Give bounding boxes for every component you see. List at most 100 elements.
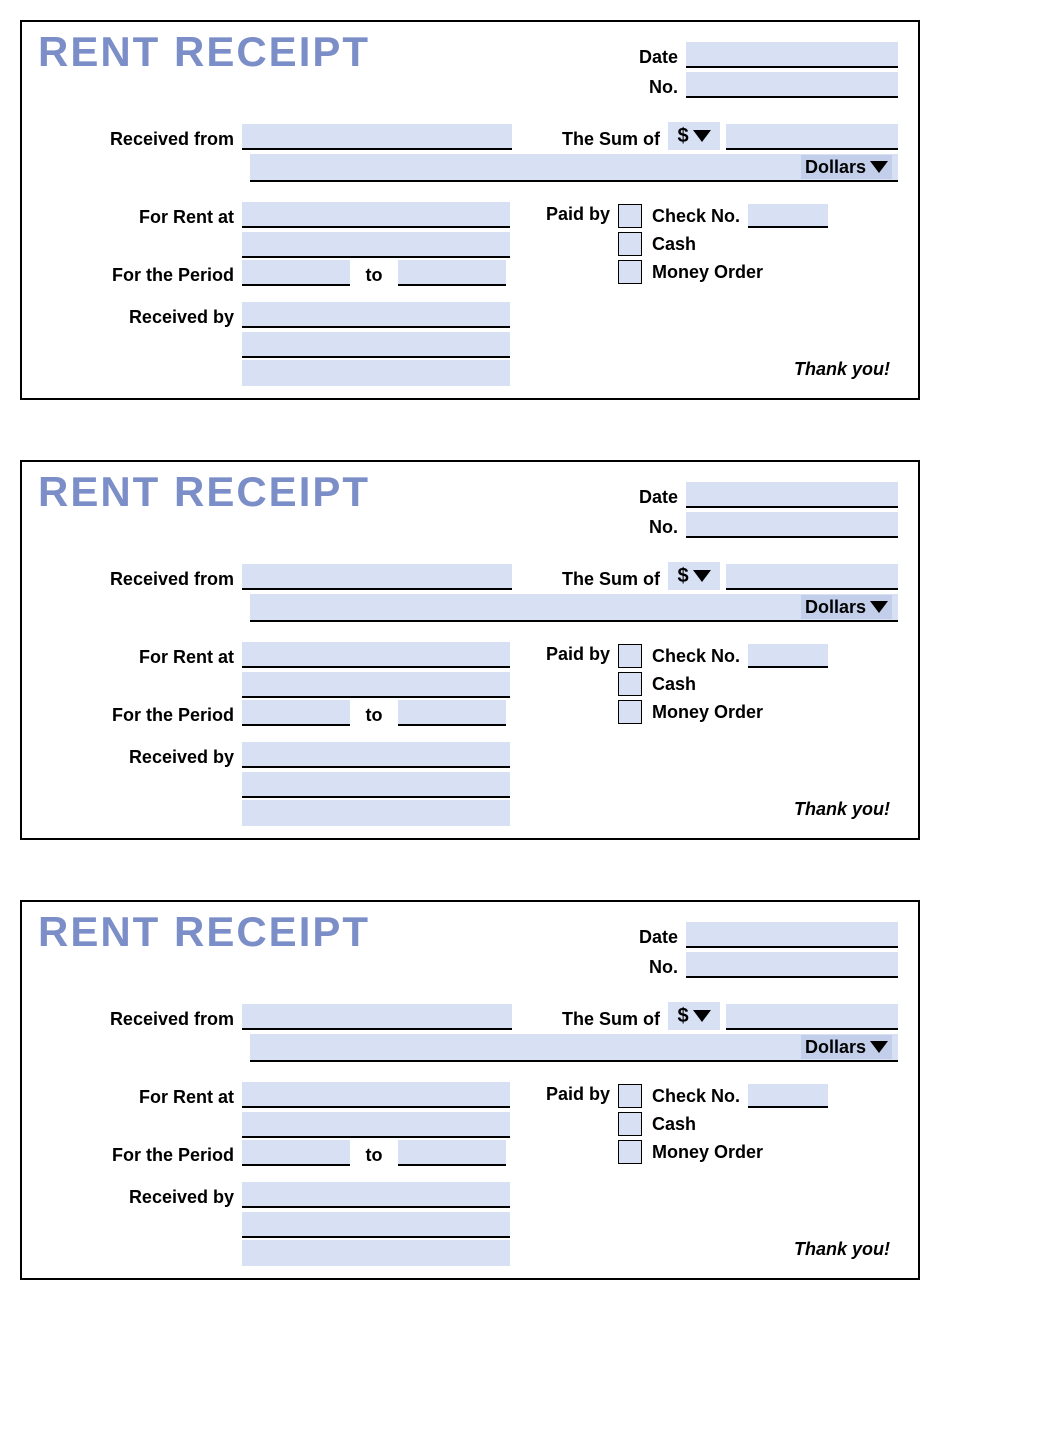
to-label: to [350, 1145, 398, 1166]
chevron-down-icon [693, 130, 711, 142]
received-by-field-3[interactable] [242, 800, 510, 826]
received-section: Received from The Sum of $ Dollars [38, 1002, 898, 1062]
date-label: Date [598, 927, 686, 948]
check-no-label: Check No. [652, 1086, 740, 1107]
currency-dropdown[interactable]: $ [668, 562, 720, 590]
received-by-label: Received by [38, 1187, 242, 1208]
no-label: No. [598, 77, 686, 98]
for-rent-label: For Rent at [38, 207, 242, 228]
no-field[interactable] [686, 512, 898, 538]
received-by-label: Received by [38, 747, 242, 768]
sum-words-field[interactable]: Dollars [250, 594, 898, 622]
cash-checkbox[interactable] [618, 232, 642, 256]
for-period-label: For the Period [38, 705, 242, 726]
check-no-checkbox[interactable] [618, 1084, 642, 1108]
check-no-field[interactable] [748, 204, 828, 228]
for-rent-field-1[interactable] [242, 202, 510, 228]
check-no-field[interactable] [748, 1084, 828, 1108]
sum-of-label: The Sum of [562, 569, 668, 590]
received-by-field-1[interactable] [242, 742, 510, 768]
period-to-field[interactable] [398, 700, 506, 726]
dollars-dropdown[interactable]: Dollars [801, 595, 892, 619]
period-to-field[interactable] [398, 1140, 506, 1166]
thank-you-footer: Thank you! [794, 799, 890, 820]
dollars-label: Dollars [805, 597, 866, 618]
no-field[interactable] [686, 952, 898, 978]
cash-checkbox[interactable] [618, 672, 642, 696]
chevron-down-icon [693, 570, 711, 582]
receipt-title: RENT RECEIPT [38, 908, 370, 956]
received-by-field-1[interactable] [242, 1182, 510, 1208]
thank-you-footer: Thank you! [794, 359, 890, 380]
dollars-label: Dollars [805, 1037, 866, 1058]
to-label: to [350, 705, 398, 726]
received-from-label: Received from [38, 129, 242, 150]
no-label: No. [598, 957, 686, 978]
for-rent-field-1[interactable] [242, 1082, 510, 1108]
for-rent-field-1[interactable] [242, 642, 510, 668]
for-rent-field-2[interactable] [242, 1112, 510, 1138]
received-from-label: Received from [38, 1009, 242, 1030]
cash-label: Cash [652, 1114, 696, 1135]
sum-words-field[interactable]: Dollars [250, 154, 898, 182]
period-from-field[interactable] [242, 700, 350, 726]
money-order-checkbox[interactable] [618, 260, 642, 284]
date-field[interactable] [686, 42, 898, 68]
chevron-down-icon [870, 1041, 888, 1053]
currency-dropdown[interactable]: $ [668, 122, 720, 150]
received-by-field-3[interactable] [242, 1240, 510, 1266]
for-rent-field-2[interactable] [242, 672, 510, 698]
sum-amount-field[interactable] [726, 564, 898, 590]
currency-symbol: $ [677, 1005, 688, 1028]
received-by-field-3[interactable] [242, 360, 510, 386]
cash-label: Cash [652, 674, 696, 695]
left-column: For Rent at For the Period to Received b… [38, 202, 538, 388]
for-rent-label: For Rent at [38, 647, 242, 668]
check-no-checkbox[interactable] [618, 644, 642, 668]
received-by-field-2[interactable] [242, 772, 510, 798]
sum-of-label: The Sum of [562, 1009, 668, 1030]
received-from-field[interactable] [242, 1004, 512, 1030]
no-field[interactable] [686, 72, 898, 98]
dollars-dropdown[interactable]: Dollars [801, 155, 892, 179]
for-rent-label: For Rent at [38, 1087, 242, 1108]
sum-words-field[interactable]: Dollars [250, 1034, 898, 1062]
date-block: Date No. [598, 42, 898, 102]
date-field[interactable] [686, 482, 898, 508]
rent-receipt: RENT RECEIPT Date No. Received from The … [20, 460, 920, 840]
period-from-field[interactable] [242, 260, 350, 286]
currency-dropdown[interactable]: $ [668, 1002, 720, 1030]
date-label: Date [598, 47, 686, 68]
paid-by-label: Paid by [538, 202, 618, 286]
dollars-label: Dollars [805, 157, 866, 178]
received-by-field-1[interactable] [242, 302, 510, 328]
received-by-field-2[interactable] [242, 332, 510, 358]
thank-you-footer: Thank you! [794, 1239, 890, 1260]
received-by-field-2[interactable] [242, 1212, 510, 1238]
check-no-field[interactable] [748, 644, 828, 668]
cash-checkbox[interactable] [618, 1112, 642, 1136]
money-order-checkbox[interactable] [618, 1140, 642, 1164]
dollars-dropdown[interactable]: Dollars [801, 1035, 892, 1059]
for-rent-field-2[interactable] [242, 232, 510, 258]
date-field[interactable] [686, 922, 898, 948]
left-column: For Rent at For the Period to Received b… [38, 1082, 538, 1268]
money-order-label: Money Order [652, 702, 763, 723]
period-to-field[interactable] [398, 260, 506, 286]
for-period-label: For the Period [38, 265, 242, 286]
received-from-field[interactable] [242, 124, 512, 150]
date-block: Date No. [598, 922, 898, 982]
date-block: Date No. [598, 482, 898, 542]
period-from-field[interactable] [242, 1140, 350, 1166]
chevron-down-icon [870, 161, 888, 173]
money-order-checkbox[interactable] [618, 700, 642, 724]
sum-amount-field[interactable] [726, 1004, 898, 1030]
currency-symbol: $ [677, 565, 688, 588]
check-no-label: Check No. [652, 206, 740, 227]
received-from-field[interactable] [242, 564, 512, 590]
chevron-down-icon [870, 601, 888, 613]
currency-symbol: $ [677, 125, 688, 148]
check-no-label: Check No. [652, 646, 740, 667]
sum-amount-field[interactable] [726, 124, 898, 150]
check-no-checkbox[interactable] [618, 204, 642, 228]
